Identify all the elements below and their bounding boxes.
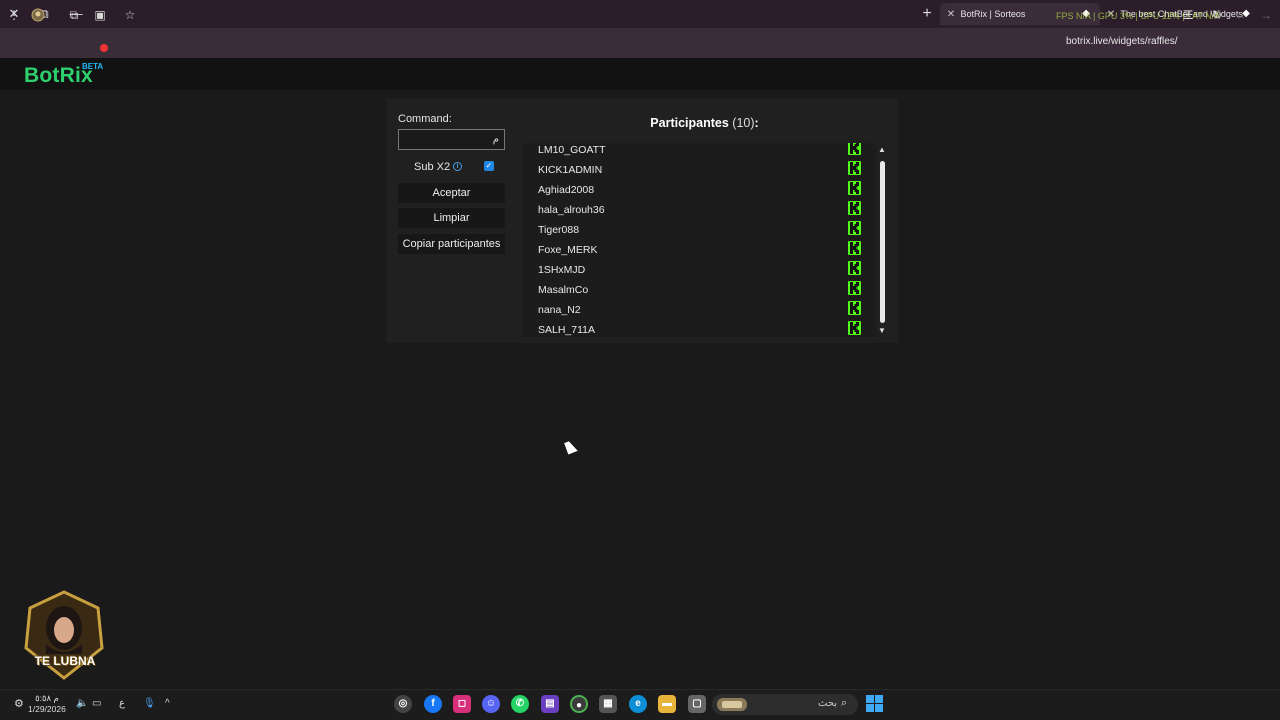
search-icon: ⌕ [841, 697, 848, 709]
kick-icon [848, 161, 861, 175]
clock-date: 1/29/2026 [28, 704, 66, 714]
site-settings-icon[interactable]: ☰ [1178, 5, 1198, 25]
participant-name: nana_N2 [538, 304, 581, 316]
site-header [0, 58, 1280, 90]
network-icon[interactable]: ▭ [92, 698, 101, 710]
participants-heading: Participantes (10): [523, 116, 886, 130]
kick-icon [848, 261, 861, 275]
extensions-icon[interactable]: ⧉ [64, 5, 84, 25]
participants-scrollbar[interactable]: ▲ ▼ [877, 143, 887, 337]
profile-avatar-icon[interactable] [28, 5, 48, 25]
discord-icon[interactable]: ☺ [482, 695, 500, 713]
scroll-down-icon[interactable]: ▼ [878, 326, 886, 335]
info-icon[interactable]: i [453, 162, 462, 171]
windows-start-icon[interactable] [866, 695, 883, 712]
notification-badge [100, 44, 108, 52]
participant-name: hala_alrouh36 [538, 204, 605, 216]
beta-badge: BETA [82, 62, 104, 71]
kick-icon [848, 221, 861, 235]
app-icon[interactable]: ▢ [688, 695, 706, 713]
participant-name: SALH_711A [538, 324, 596, 336]
participant-row: hala_alrouh36 [523, 201, 876, 223]
participant-name: Tiger088 [538, 224, 580, 236]
kick-icon [848, 143, 861, 155]
bookmark-star-icon[interactable]: ☆ [120, 5, 140, 25]
copy-participants-button[interactable]: Copiar participantes [398, 234, 505, 254]
participant-name: LM10_GOATT [538, 144, 606, 156]
clock-time: م ٥:٥٨ [35, 693, 59, 703]
search-placeholder: بحث [818, 698, 838, 709]
scroll-thumb[interactable] [880, 161, 885, 323]
close-tab-icon[interactable]: ✕ [944, 4, 958, 25]
kick-icon [848, 181, 861, 195]
menu-kebab-icon[interactable]: ⋮ [4, 5, 24, 25]
scroll-up-icon[interactable]: ▲ [878, 145, 886, 154]
forward-icon[interactable]: ← [1231, 5, 1251, 25]
kick-icon [848, 301, 861, 315]
kick-icon [848, 241, 861, 255]
sub-x2-checkbox[interactable]: ✓ [484, 161, 494, 171]
participant-row: nana_N2 [523, 301, 876, 323]
participants-list[interactable]: LM10_GOATT KICK1ADMIN Aghiad2008 hala_alrou… [523, 143, 876, 337]
accept-button[interactable]: Aceptar [398, 183, 505, 203]
participant-row: 1SHxMJD [523, 261, 876, 283]
tab-title: BotRix | Sorteos [960, 9, 1026, 19]
whatsapp-icon[interactable]: ✆ [511, 695, 529, 713]
kick-icon [848, 201, 861, 215]
clapper-icon[interactable]: ▤ [541, 695, 559, 713]
participant-row: Aghiad2008 [523, 181, 876, 203]
command-label: Command: [398, 113, 452, 125]
participants-count: (10) [732, 116, 755, 130]
sub-x2-option: Sub X2 i ✓ [414, 160, 498, 174]
edge-icon[interactable]: e [629, 695, 647, 713]
participant-row: SALH_711A [523, 321, 876, 337]
settings-gear-icon[interactable]: ⚙ [14, 698, 24, 710]
streamer-badge-label: TE LUBNA [34, 654, 96, 668]
mouse-cursor-icon [564, 439, 578, 455]
kick-icon [848, 281, 861, 295]
file-explorer-icon[interactable]: ▬ [658, 695, 676, 713]
participant-row: MasalmCo [523, 281, 876, 303]
clock[interactable]: م ٥:٥٨ 1/29/2026 [28, 693, 66, 715]
participants-colon: : [754, 116, 759, 130]
participant-row: Foxe_MERK [523, 241, 876, 263]
facebook-icon[interactable]: f [424, 695, 442, 713]
participant-name: KICK1ADMIN [538, 164, 603, 176]
participant-row: LM10_GOATT [523, 143, 876, 163]
participants-label: Participantes [650, 116, 729, 130]
back-icon[interactable]: → [1256, 5, 1276, 25]
command-input[interactable] [398, 129, 505, 150]
participant-name: Foxe_MERK [538, 244, 598, 256]
kick-icon [848, 321, 861, 335]
sub-x2-label: Sub X2 [414, 161, 451, 173]
store-icon[interactable]: ▦ [599, 695, 617, 713]
participant-row: Tiger088 [523, 221, 876, 243]
extension-app-icon[interactable]: ▣ [90, 5, 110, 25]
chrome-icon[interactable]: ● [570, 695, 588, 713]
participant-name: 1SHxMJD [538, 264, 586, 276]
url-field[interactable]: botrix.live/widgets/raffles/ [1066, 36, 1178, 47]
participant-name: MasalmCo [538, 284, 589, 296]
microphone-icon[interactable]: 🎙 [143, 698, 156, 710]
chevron-up-icon[interactable]: ^ [165, 698, 170, 710]
clear-button[interactable]: Limpiar [398, 208, 505, 228]
language-indicator[interactable]: ع [119, 698, 125, 710]
reload-icon[interactable]: ↻ [1207, 5, 1227, 25]
participant-row: KICK1ADMIN [523, 161, 876, 183]
speaker-icon[interactable]: 🔈 [76, 698, 88, 710]
new-tab-button[interactable]: + [918, 4, 936, 24]
participant-name: Aghiad2008 [538, 184, 595, 196]
chrome-icon[interactable]: ◎ [394, 695, 412, 713]
instagram-icon[interactable]: ◻ [453, 695, 471, 713]
